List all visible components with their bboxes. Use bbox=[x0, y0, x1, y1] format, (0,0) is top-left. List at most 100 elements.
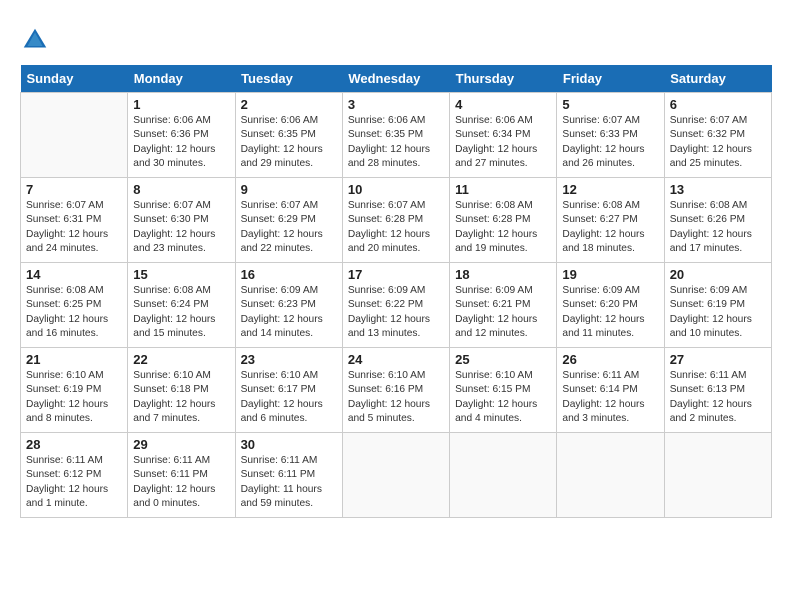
calendar-cell: 5 Sunrise: 6:07 AMSunset: 6:33 PMDayligh… bbox=[557, 93, 664, 178]
calendar-cell: 14 Sunrise: 6:08 AMSunset: 6:25 PMDaylig… bbox=[21, 263, 128, 348]
weekday-header-saturday: Saturday bbox=[664, 65, 771, 93]
cell-info: Sunrise: 6:09 AMSunset: 6:19 PMDaylight:… bbox=[670, 284, 766, 341]
day-number: 23 bbox=[241, 352, 337, 367]
cell-info: Sunrise: 6:06 AMSunset: 6:35 PMDaylight:… bbox=[241, 114, 337, 171]
day-number: 30 bbox=[241, 437, 337, 452]
cell-info: Sunrise: 6:06 AMSunset: 6:35 PMDaylight:… bbox=[348, 114, 444, 171]
calendar-cell: 29 Sunrise: 6:11 AMSunset: 6:11 PMDaylig… bbox=[128, 433, 235, 518]
day-number: 25 bbox=[455, 352, 551, 367]
cell-info: Sunrise: 6:10 AMSunset: 6:18 PMDaylight:… bbox=[133, 369, 229, 426]
cell-info: Sunrise: 6:09 AMSunset: 6:21 PMDaylight:… bbox=[455, 284, 551, 341]
cell-info: Sunrise: 6:11 AMSunset: 6:13 PMDaylight:… bbox=[670, 369, 766, 426]
cell-info: Sunrise: 6:07 AMSunset: 6:29 PMDaylight:… bbox=[241, 199, 337, 256]
calendar-cell: 25 Sunrise: 6:10 AMSunset: 6:15 PMDaylig… bbox=[450, 348, 557, 433]
header bbox=[20, 20, 772, 55]
weekday-header-row: SundayMondayTuesdayWednesdayThursdayFrid… bbox=[21, 65, 772, 93]
day-number: 14 bbox=[26, 267, 122, 282]
calendar-cell: 28 Sunrise: 6:11 AMSunset: 6:12 PMDaylig… bbox=[21, 433, 128, 518]
cell-info: Sunrise: 6:10 AMSunset: 6:16 PMDaylight:… bbox=[348, 369, 444, 426]
cell-info: Sunrise: 6:07 AMSunset: 6:33 PMDaylight:… bbox=[562, 114, 658, 171]
day-number: 15 bbox=[133, 267, 229, 282]
calendar-cell bbox=[21, 93, 128, 178]
weekday-header-wednesday: Wednesday bbox=[342, 65, 449, 93]
day-number: 10 bbox=[348, 182, 444, 197]
cell-info: Sunrise: 6:08 AMSunset: 6:26 PMDaylight:… bbox=[670, 199, 766, 256]
day-number: 12 bbox=[562, 182, 658, 197]
day-number: 8 bbox=[133, 182, 229, 197]
calendar-cell: 27 Sunrise: 6:11 AMSunset: 6:13 PMDaylig… bbox=[664, 348, 771, 433]
day-number: 17 bbox=[348, 267, 444, 282]
day-number: 4 bbox=[455, 97, 551, 112]
day-number: 5 bbox=[562, 97, 658, 112]
cell-info: Sunrise: 6:09 AMSunset: 6:22 PMDaylight:… bbox=[348, 284, 444, 341]
day-number: 24 bbox=[348, 352, 444, 367]
calendar-week-row: 28 Sunrise: 6:11 AMSunset: 6:12 PMDaylig… bbox=[21, 433, 772, 518]
cell-info: Sunrise: 6:11 AMSunset: 6:11 PMDaylight:… bbox=[133, 454, 229, 511]
logo-icon bbox=[20, 25, 50, 55]
cell-info: Sunrise: 6:10 AMSunset: 6:19 PMDaylight:… bbox=[26, 369, 122, 426]
weekday-header-friday: Friday bbox=[557, 65, 664, 93]
cell-info: Sunrise: 6:07 AMSunset: 6:28 PMDaylight:… bbox=[348, 199, 444, 256]
day-number: 18 bbox=[455, 267, 551, 282]
logo bbox=[20, 25, 54, 55]
calendar-cell: 17 Sunrise: 6:09 AMSunset: 6:22 PMDaylig… bbox=[342, 263, 449, 348]
calendar-cell: 12 Sunrise: 6:08 AMSunset: 6:27 PMDaylig… bbox=[557, 178, 664, 263]
cell-info: Sunrise: 6:09 AMSunset: 6:20 PMDaylight:… bbox=[562, 284, 658, 341]
day-number: 27 bbox=[670, 352, 766, 367]
cell-info: Sunrise: 6:07 AMSunset: 6:30 PMDaylight:… bbox=[133, 199, 229, 256]
day-number: 16 bbox=[241, 267, 337, 282]
cell-info: Sunrise: 6:08 AMSunset: 6:24 PMDaylight:… bbox=[133, 284, 229, 341]
day-number: 13 bbox=[670, 182, 766, 197]
day-number: 29 bbox=[133, 437, 229, 452]
calendar-cell: 24 Sunrise: 6:10 AMSunset: 6:16 PMDaylig… bbox=[342, 348, 449, 433]
calendar-cell: 10 Sunrise: 6:07 AMSunset: 6:28 PMDaylig… bbox=[342, 178, 449, 263]
calendar-cell: 13 Sunrise: 6:08 AMSunset: 6:26 PMDaylig… bbox=[664, 178, 771, 263]
calendar-cell: 20 Sunrise: 6:09 AMSunset: 6:19 PMDaylig… bbox=[664, 263, 771, 348]
day-number: 9 bbox=[241, 182, 337, 197]
calendar-cell: 16 Sunrise: 6:09 AMSunset: 6:23 PMDaylig… bbox=[235, 263, 342, 348]
day-number: 28 bbox=[26, 437, 122, 452]
calendar-cell: 9 Sunrise: 6:07 AMSunset: 6:29 PMDayligh… bbox=[235, 178, 342, 263]
calendar-cell: 23 Sunrise: 6:10 AMSunset: 6:17 PMDaylig… bbox=[235, 348, 342, 433]
cell-info: Sunrise: 6:10 AMSunset: 6:15 PMDaylight:… bbox=[455, 369, 551, 426]
day-number: 3 bbox=[348, 97, 444, 112]
weekday-header-monday: Monday bbox=[128, 65, 235, 93]
calendar-cell: 1 Sunrise: 6:06 AMSunset: 6:36 PMDayligh… bbox=[128, 93, 235, 178]
calendar-cell: 30 Sunrise: 6:11 AMSunset: 6:11 PMDaylig… bbox=[235, 433, 342, 518]
cell-info: Sunrise: 6:07 AMSunset: 6:32 PMDaylight:… bbox=[670, 114, 766, 171]
weekday-header-tuesday: Tuesday bbox=[235, 65, 342, 93]
calendar-week-row: 14 Sunrise: 6:08 AMSunset: 6:25 PMDaylig… bbox=[21, 263, 772, 348]
cell-info: Sunrise: 6:08 AMSunset: 6:25 PMDaylight:… bbox=[26, 284, 122, 341]
calendar-cell: 18 Sunrise: 6:09 AMSunset: 6:21 PMDaylig… bbox=[450, 263, 557, 348]
cell-info: Sunrise: 6:09 AMSunset: 6:23 PMDaylight:… bbox=[241, 284, 337, 341]
day-number: 20 bbox=[670, 267, 766, 282]
day-number: 21 bbox=[26, 352, 122, 367]
calendar-cell: 4 Sunrise: 6:06 AMSunset: 6:34 PMDayligh… bbox=[450, 93, 557, 178]
calendar-cell: 3 Sunrise: 6:06 AMSunset: 6:35 PMDayligh… bbox=[342, 93, 449, 178]
cell-info: Sunrise: 6:11 AMSunset: 6:12 PMDaylight:… bbox=[26, 454, 122, 511]
calendar-cell: 26 Sunrise: 6:11 AMSunset: 6:14 PMDaylig… bbox=[557, 348, 664, 433]
calendar-week-row: 1 Sunrise: 6:06 AMSunset: 6:36 PMDayligh… bbox=[21, 93, 772, 178]
weekday-header-sunday: Sunday bbox=[21, 65, 128, 93]
cell-info: Sunrise: 6:11 AMSunset: 6:14 PMDaylight:… bbox=[562, 369, 658, 426]
calendar-cell: 19 Sunrise: 6:09 AMSunset: 6:20 PMDaylig… bbox=[557, 263, 664, 348]
cell-info: Sunrise: 6:07 AMSunset: 6:31 PMDaylight:… bbox=[26, 199, 122, 256]
cell-info: Sunrise: 6:11 AMSunset: 6:11 PMDaylight:… bbox=[241, 454, 337, 511]
day-number: 6 bbox=[670, 97, 766, 112]
calendar-cell: 22 Sunrise: 6:10 AMSunset: 6:18 PMDaylig… bbox=[128, 348, 235, 433]
cell-info: Sunrise: 6:08 AMSunset: 6:27 PMDaylight:… bbox=[562, 199, 658, 256]
cell-info: Sunrise: 6:10 AMSunset: 6:17 PMDaylight:… bbox=[241, 369, 337, 426]
calendar-week-row: 21 Sunrise: 6:10 AMSunset: 6:19 PMDaylig… bbox=[21, 348, 772, 433]
day-number: 19 bbox=[562, 267, 658, 282]
calendar-cell bbox=[664, 433, 771, 518]
calendar-table: SundayMondayTuesdayWednesdayThursdayFrid… bbox=[20, 65, 772, 518]
cell-info: Sunrise: 6:06 AMSunset: 6:34 PMDaylight:… bbox=[455, 114, 551, 171]
calendar-cell: 2 Sunrise: 6:06 AMSunset: 6:35 PMDayligh… bbox=[235, 93, 342, 178]
calendar-cell: 8 Sunrise: 6:07 AMSunset: 6:30 PMDayligh… bbox=[128, 178, 235, 263]
calendar-cell: 7 Sunrise: 6:07 AMSunset: 6:31 PMDayligh… bbox=[21, 178, 128, 263]
cell-info: Sunrise: 6:08 AMSunset: 6:28 PMDaylight:… bbox=[455, 199, 551, 256]
day-number: 1 bbox=[133, 97, 229, 112]
day-number: 2 bbox=[241, 97, 337, 112]
day-number: 22 bbox=[133, 352, 229, 367]
day-number: 26 bbox=[562, 352, 658, 367]
